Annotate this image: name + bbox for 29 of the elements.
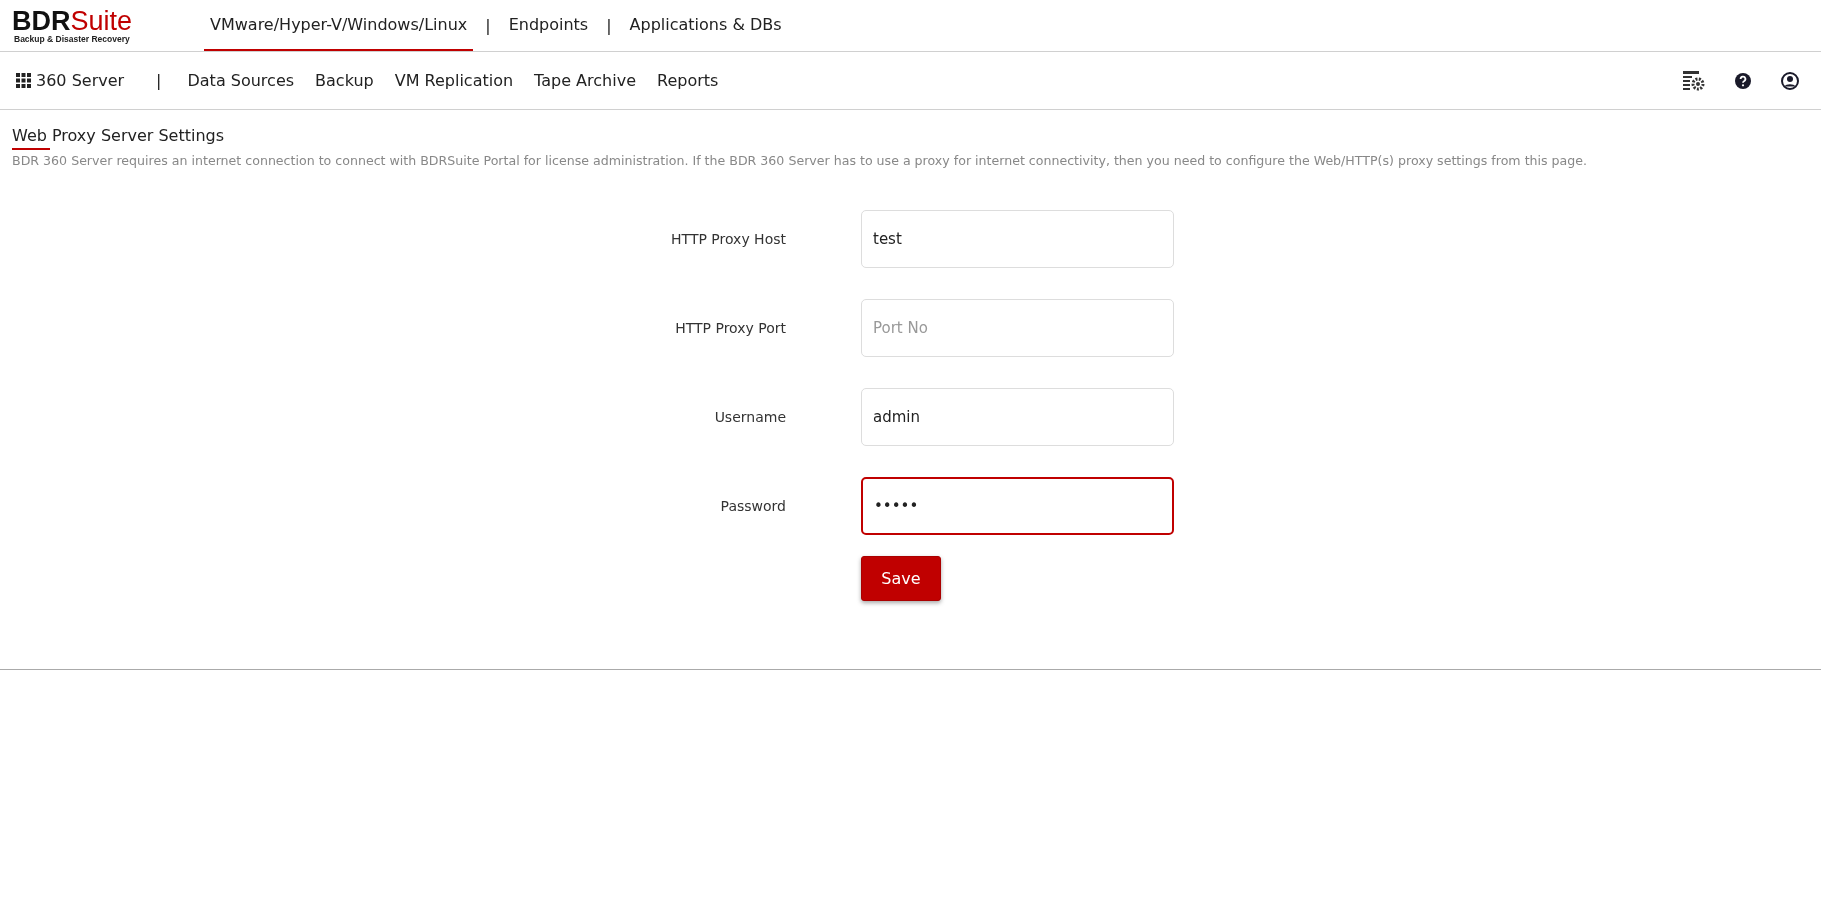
field-label: HTTP Proxy Port xyxy=(674,320,786,336)
input-field[interactable]: admin xyxy=(861,388,1174,446)
page-title: Web Proxy Server Settings xyxy=(12,126,225,147)
input-field[interactable]: test xyxy=(861,210,1174,268)
user-icon[interactable] xyxy=(1781,71,1799,90)
help-icon[interactable] xyxy=(1735,72,1751,89)
logo-tagline: Backup & Disaster Recovery xyxy=(13,33,131,44)
input-field[interactable]: Port No xyxy=(861,299,1174,357)
server-menu[interactable]: 360 Server xyxy=(16,71,125,90)
tab-separator: | xyxy=(485,15,491,37)
nav-link[interactable]: Tape Archive xyxy=(534,71,636,90)
nav-link[interactable]: Data Sources xyxy=(187,71,295,90)
page-description: BDR 360 Server requires an internet connection to connect with BDRSuite Portal for license administration. If the BDR 360 Server has to use a proxy for internet connectivity, then you need to configure the Web/HTTP(s) proxy settings from this page. xyxy=(12,153,1589,168)
nav-link[interactable]: VM Replication xyxy=(394,71,514,90)
input-field[interactable]: ••••• xyxy=(861,477,1174,535)
settings-list-icon[interactable] xyxy=(1683,70,1705,91)
field-label: HTTP Proxy Host xyxy=(670,231,786,247)
field-label: Username xyxy=(713,409,786,425)
save-button[interactable]: Save xyxy=(861,556,941,601)
logo-text: BDRSuite xyxy=(12,7,134,34)
nav-link[interactable]: Reports xyxy=(657,71,719,90)
nav-link[interactable]: Backup xyxy=(315,71,374,90)
nav-tab[interactable]: Applications & DBs xyxy=(623,0,788,51)
field-label: Password xyxy=(719,498,786,514)
nav-separator: | xyxy=(156,71,162,90)
nav-tab[interactable]: Endpoints xyxy=(502,0,595,51)
tab-separator: | xyxy=(606,15,612,37)
grid-icon xyxy=(16,73,31,88)
nav-tab[interactable]: VMware/Hyper-V/Windows/Linux xyxy=(204,0,474,51)
